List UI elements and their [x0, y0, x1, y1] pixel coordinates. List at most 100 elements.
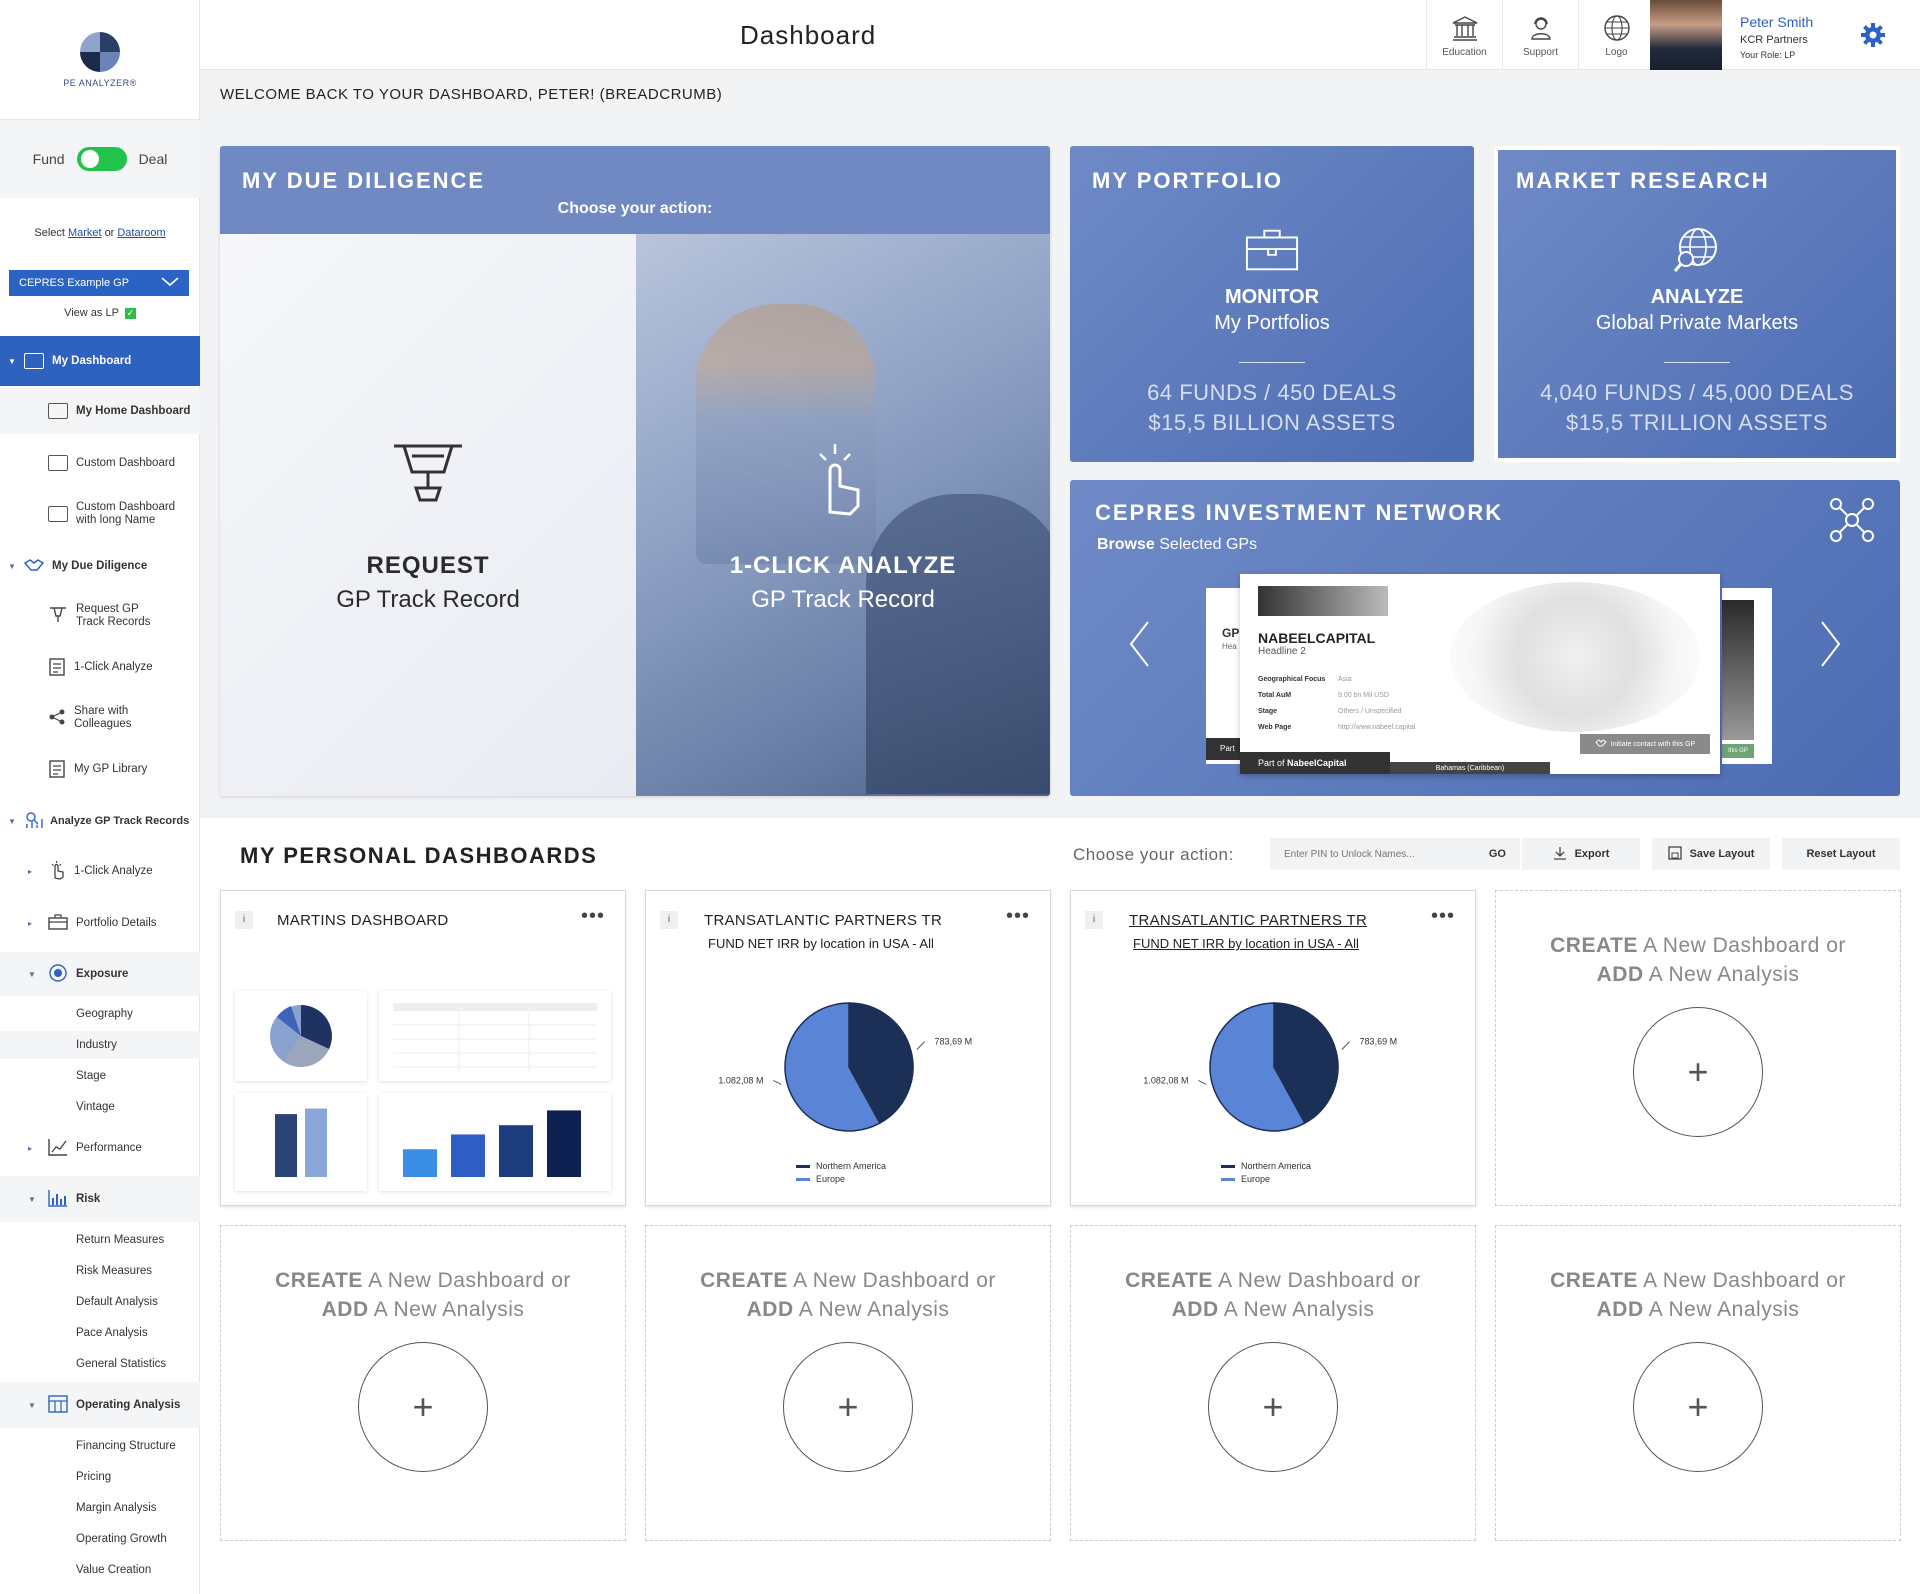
mini-pie-widget[interactable]: [235, 991, 367, 1081]
info-icon[interactable]: i: [1085, 911, 1103, 929]
add-dashboard-button[interactable]: +: [783, 1342, 913, 1472]
bar-chart-icon: [48, 1189, 68, 1210]
gp-card-nabeelcapital[interactable]: NABEELCAPITAL Headline 2 Geographical Fo…: [1240, 574, 1720, 774]
gp-select-dropdown[interactable]: CEPRES Example GP: [9, 270, 189, 296]
sidebar-item-label: Industry: [76, 1039, 117, 1051]
one-click-analyze-action[interactable]: 1-CLICK ANALYZE GP Track Record: [636, 234, 1050, 796]
create-dashboard-card-4[interactable]: CREATE A New Dashboard or ADD A New Analy…: [1070, 1225, 1476, 1541]
info-icon[interactable]: i: [235, 911, 253, 929]
add-dashboard-button[interactable]: +: [1633, 1342, 1763, 1472]
info-icon[interactable]: i: [660, 911, 678, 929]
sidebar-item-default-analysis[interactable]: Default Analysis: [0, 1288, 200, 1316]
bar-2[interactable]: [499, 1125, 533, 1177]
sidebar-item-geography[interactable]: Geography: [0, 1000, 200, 1028]
more-options-icon[interactable]: •••: [1431, 905, 1455, 928]
create-dashboard-card-5[interactable]: CREATE A New Dashboard or ADD A New Analy…: [1495, 1225, 1901, 1541]
mini-table-widget[interactable]: [379, 991, 611, 1081]
view-as-lp-checkbox[interactable]: ✓: [124, 307, 136, 319]
app-logo[interactable]: PE ANALYZER®: [0, 0, 200, 120]
sidebar-item-portfolio-details[interactable]: ▸ Portfolio Details: [0, 900, 200, 946]
mini-bar-widget-1[interactable]: [235, 1093, 367, 1191]
fund-deal-toggle[interactable]: [76, 147, 127, 171]
market-research-tile[interactable]: MARKET RESEARCH ANALYZE Global Private M…: [1494, 146, 1900, 462]
header-education-button[interactable]: Education: [1426, 0, 1502, 70]
sidebar-item-performance[interactable]: ▸ Performance: [0, 1126, 200, 1170]
create-dashboard-card-3[interactable]: CREATE A New Dashboard or ADD A New Analy…: [645, 1225, 1051, 1541]
sidebar-item-value-creation[interactable]: Value Creation: [0, 1556, 200, 1584]
sidebar-item-financing-structure[interactable]: Financing Structure: [0, 1432, 200, 1460]
sidebar-item-my-gp-library[interactable]: My GP Library: [0, 748, 200, 790]
sidebar-item-stage[interactable]: Stage: [0, 1062, 200, 1090]
sidebar-item-request-gp[interactable]: Request GP Track Records: [0, 596, 200, 636]
gp-card-next[interactable]: this GP: [1722, 588, 1772, 764]
gear-icon[interactable]: [1858, 20, 1888, 50]
sidebar-item-risk[interactable]: ▼ Risk: [0, 1176, 200, 1222]
market-link[interactable]: Market: [68, 227, 102, 239]
pin-input[interactable]: Enter PIN to Unlock Names... GO: [1270, 838, 1520, 870]
sidebar-item-pace-analysis[interactable]: Pace Analysis: [0, 1319, 200, 1347]
carousel-prev-arrow[interactable]: [1128, 620, 1150, 680]
sidebar-item-my-dashboard[interactable]: ▼ My Dashboard: [0, 336, 200, 386]
add-dashboard-button[interactable]: +: [358, 1342, 488, 1472]
more-options-icon[interactable]: •••: [581, 905, 605, 928]
sidebar-item-vintage[interactable]: Vintage: [0, 1093, 200, 1121]
bar-1[interactable]: [305, 1108, 327, 1177]
bar-0[interactable]: [275, 1114, 297, 1177]
add-dashboard-button[interactable]: +: [1633, 1007, 1763, 1137]
browse-selected-gps[interactable]: Browse Selected GPs: [1097, 536, 1257, 554]
view-as-lp-row[interactable]: View as LP ✓: [0, 304, 200, 322]
sidebar-item-return-measures[interactable]: Return Measures: [0, 1226, 200, 1254]
sidebar-item-operating-growth[interactable]: Operating Growth: [0, 1525, 200, 1553]
dashboard-card-martins[interactable]: i MARTINS DASHBOARD •••: [220, 890, 626, 1206]
sidebar-item-one-click-analyze-2[interactable]: ▸ 1-Click Analyze: [0, 848, 200, 894]
sidebar-item-label: Pace Analysis: [76, 1327, 148, 1339]
header-support-button[interactable]: Support: [1502, 0, 1578, 70]
dataroom-link[interactable]: Dataroom: [117, 227, 165, 239]
sidebar-item-custom-dashboard-long[interactable]: Custom Dashboard with long Name: [0, 492, 200, 536]
sidebar-item-pricing[interactable]: Pricing: [0, 1463, 200, 1491]
dashboard-card-transatlantic-1[interactable]: i TRANSATLANTIC PARTNERS TR FUND NET IRR…: [645, 890, 1051, 1206]
sidebar-item-general-statistics[interactable]: General Statistics: [0, 1350, 200, 1378]
sidebar-item-one-click-analyze[interactable]: 1-Click Analyze: [0, 646, 200, 688]
handshake-icon: [1595, 739, 1607, 749]
sidebar-item-my-home-dashboard[interactable]: My Home Dashboard: [0, 388, 200, 434]
dashboard-card-transatlantic-2[interactable]: i TRANSATLANTIC PARTNERS TR FUND NET IRR…: [1070, 890, 1476, 1206]
sidebar-item-margin-analysis[interactable]: Margin Analysis: [0, 1494, 200, 1522]
bar-0[interactable]: [403, 1149, 437, 1177]
user-avatar[interactable]: [1650, 0, 1722, 70]
choose-action-label: Choose your action:: [1073, 845, 1234, 864]
card-subtitle-link[interactable]: FUND NET IRR by location in USA - All: [1133, 936, 1359, 951]
sidebar-item-analyze-gp-track-records[interactable]: ▼ Analyze GP Track Records: [0, 798, 200, 844]
my-portfolio-tile[interactable]: MY PORTFOLIO MONITOR My Portfolios 64 FU…: [1070, 146, 1474, 462]
sidebar-item-operating-analysis[interactable]: ▼ Operating Analysis: [0, 1382, 200, 1428]
header-logo-button[interactable]: Logo: [1578, 0, 1654, 70]
sidebar-item-share-with-colleagues[interactable]: Share with Colleagues: [0, 696, 200, 740]
top-header: Dashboard Education Support Logo Peter S…: [200, 0, 1920, 70]
initiate-contact-button[interactable]: Initiate contact with this GP: [1580, 734, 1710, 754]
sidebar-item-exposure[interactable]: ▼ Exposure: [0, 952, 200, 996]
card-title-link[interactable]: TRANSATLANTIC PARTNERS TR: [1129, 912, 1367, 929]
sidebar-item-industry[interactable]: Industry: [0, 1031, 200, 1059]
create-dashboard-card-2[interactable]: CREATE A New Dashboard or ADD A New Analy…: [220, 1225, 626, 1541]
mini-bar-widget-2[interactable]: [379, 1093, 611, 1191]
reset-layout-button[interactable]: Reset Layout: [1782, 838, 1900, 870]
bar-3[interactable]: [547, 1110, 581, 1177]
sidebar-item-risk-measures[interactable]: Risk Measures: [0, 1257, 200, 1285]
save-layout-button[interactable]: Save Layout: [1652, 838, 1770, 870]
sidebar-item-my-due-diligence[interactable]: ▼ My Due Diligence: [0, 544, 200, 588]
sidebar-item-custom-dashboard[interactable]: Custom Dashboard: [0, 442, 200, 484]
background-photo-person: [696, 304, 876, 564]
add-dashboard-button[interactable]: +: [1208, 1342, 1338, 1472]
bar-1[interactable]: [451, 1134, 485, 1177]
create-dashboard-card-1[interactable]: CREATE A New Dashboard or ADD A New Analy…: [1495, 890, 1901, 1206]
clipboard-icon: [48, 656, 66, 679]
legend-swatch: [796, 1178, 810, 1181]
more-options-icon[interactable]: •••: [1006, 905, 1030, 928]
header-item-label: Education: [1442, 46, 1487, 58]
request-track-record-action[interactable]: REQUEST GP Track Record: [220, 234, 636, 796]
user-name[interactable]: Peter Smith: [1740, 14, 1813, 30]
briefcase-icon: [1245, 226, 1299, 274]
export-button[interactable]: Export: [1522, 838, 1640, 870]
go-button[interactable]: GO: [1489, 848, 1506, 860]
carousel-next-arrow[interactable]: [1820, 620, 1842, 680]
